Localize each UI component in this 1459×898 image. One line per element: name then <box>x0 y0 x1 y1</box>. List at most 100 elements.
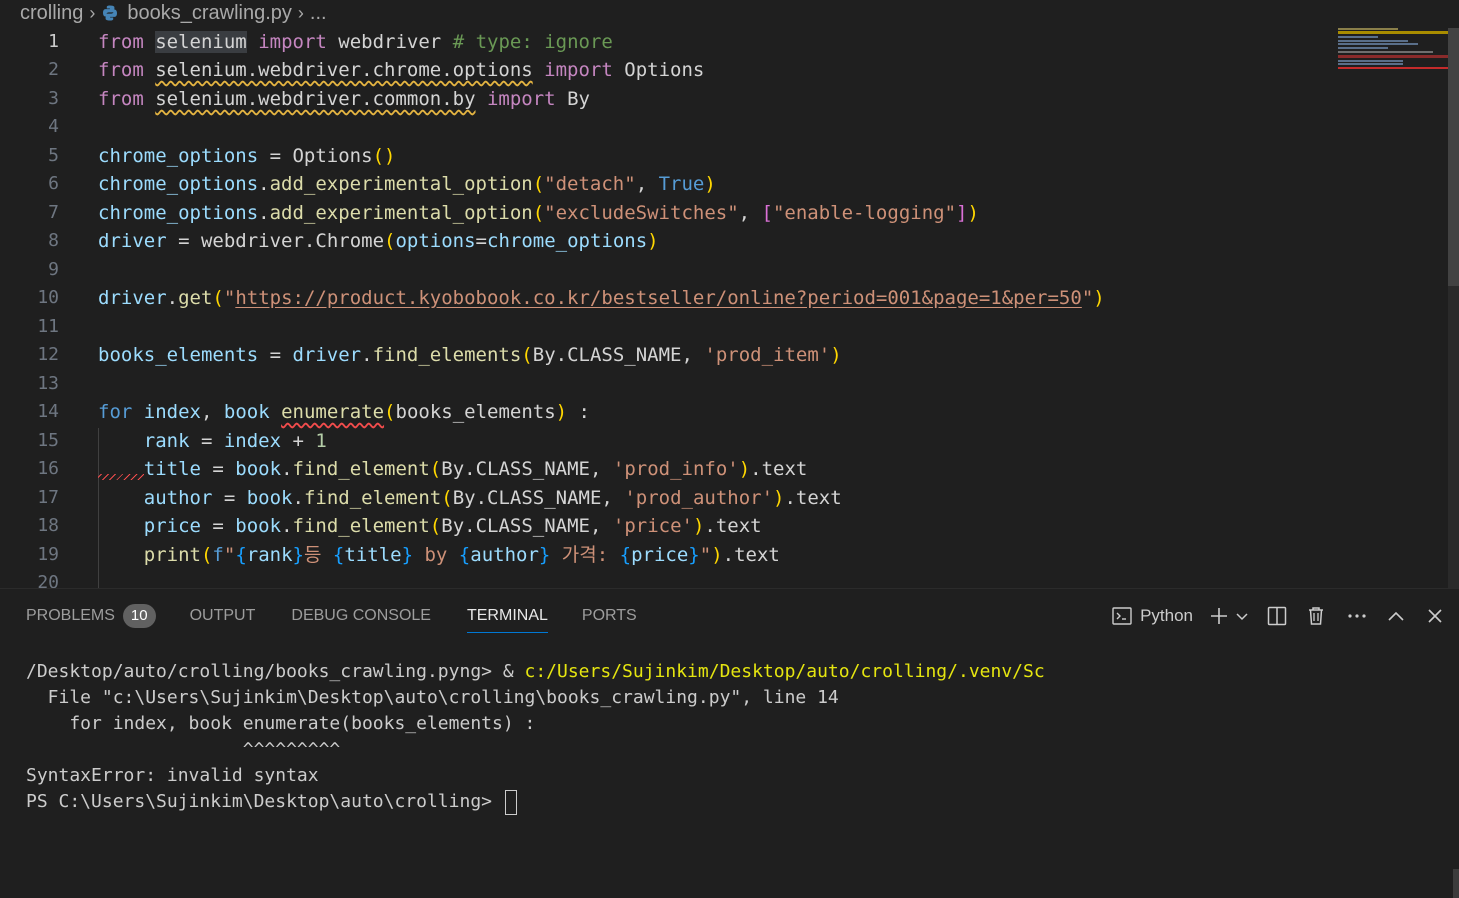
code-line[interactable]: 17 author = book.find_element(By.CLASS_N… <box>0 484 1340 512</box>
line-number: 16 <box>37 458 59 479</box>
line-number: 17 <box>37 487 59 508</box>
line-code: from selenium.webdriver.chrome.options i… <box>98 59 705 81</box>
line-number: 3 <box>48 88 59 109</box>
code-line[interactable]: 9 <box>0 256 1340 284</box>
line-code: chrome_options.add_experimental_option("… <box>98 202 979 224</box>
minimap-line <box>1338 36 1378 38</box>
bottom-panel: PROBLEMS 10 OUTPUT DEBUG CONSOLE TERMINAL… <box>0 588 1459 898</box>
line-code: driver = webdriver.Chrome(options=chrome… <box>98 230 659 252</box>
code-line[interactable]: 3 from selenium.webdriver.common.by impo… <box>0 85 1340 113</box>
panel-toolbar: Python <box>1112 589 1459 643</box>
code-line[interactable]: 11 <box>0 313 1340 341</box>
breadcrumb-more[interactable]: ... <box>310 2 327 25</box>
code-line[interactable]: 6 chrome_options.add_experimental_option… <box>0 170 1340 198</box>
plus-icon[interactable] <box>1209 606 1229 626</box>
url-link[interactable]: https://product.kyobobook.co.kr/bestsell… <box>235 287 1081 309</box>
line-code: print(f"{rank}등 {title} by {author} 가격: … <box>143 544 780 566</box>
more-icon[interactable] <box>1347 613 1367 619</box>
line-code: chrome_options = Options() <box>98 145 396 167</box>
tab-problems[interactable]: PROBLEMS 10 <box>26 589 156 643</box>
close-icon[interactable] <box>1427 608 1443 624</box>
editor-scrollbar[interactable] <box>1448 28 1459 588</box>
tab-ports[interactable]: PORTS <box>582 589 637 643</box>
code-line[interactable]: 16 title = book.find_element(By.CLASS_NA… <box>0 455 1340 483</box>
line-number: 7 <box>48 202 59 223</box>
code-line[interactable]: 13 <box>0 370 1340 398</box>
problems-count-badge: 10 <box>122 604 156 628</box>
code-line[interactable]: 14 for index, book enumerate(books_eleme… <box>0 398 1340 426</box>
minimap-line <box>1338 67 1450 69</box>
code-line[interactable]: 18 price = book.find_element(By.CLASS_NA… <box>0 512 1340 540</box>
tab-output[interactable]: OUTPUT <box>190 589 256 643</box>
code-line[interactable]: 2 from selenium.webdriver.chrome.options… <box>0 56 1340 84</box>
chevron-up-icon[interactable] <box>1387 609 1405 623</box>
minimap-line <box>1338 63 1403 65</box>
line-number: 4 <box>48 116 59 137</box>
split-icon[interactable] <box>1267 606 1287 626</box>
line-code: price = book.find_element(By.CLASS_NAME,… <box>143 515 762 537</box>
line-code: rank = index + 1 <box>143 430 327 452</box>
code-line[interactable]: 1 from selenium import webdriver # type:… <box>0 28 1340 56</box>
code-line[interactable]: 10 driver.get("https://product.kyobobook… <box>0 284 1340 312</box>
line-code: from selenium.webdriver.common.by import… <box>98 88 590 110</box>
line-number: 8 <box>48 230 59 251</box>
code-line[interactable]: 12 books_elements = driver.find_elements… <box>0 341 1340 369</box>
code-line[interactable]: 7 chrome_options.add_experimental_option… <box>0 199 1340 227</box>
terminal-line: SyntaxError: invalid syntax <box>26 765 319 786</box>
line-number: 13 <box>37 373 59 394</box>
line-number: 14 <box>37 401 59 422</box>
line-number: 2 <box>48 59 59 80</box>
minimap-line <box>1338 60 1403 62</box>
line-code: author = book.find_element(By.CLASS_NAME… <box>143 487 842 509</box>
breadcrumb: crolling › books_crawling.py › ... <box>0 0 1459 26</box>
python-file-icon <box>101 4 119 22</box>
line-number: 10 <box>37 287 59 308</box>
shell-selector[interactable]: Python <box>1112 606 1193 626</box>
line-code: title = book.find_element(By.CLASS_NAME,… <box>143 458 808 480</box>
code-line[interactable]: 20 <box>0 569 1340 588</box>
minimap-line <box>1338 51 1433 53</box>
line-number: 12 <box>37 344 59 365</box>
code-line[interactable]: 19 print(f"{rank}등 {title} by {author} 가… <box>0 541 1340 569</box>
shell-label: Python <box>1140 606 1193 625</box>
line-code: driver.get("https://product.kyobobook.co… <box>98 287 1105 309</box>
code-line[interactable]: 15 rank = index + 1 <box>0 427 1340 455</box>
line-code: from selenium import webdriver # type: i… <box>98 31 613 53</box>
scrollbar-thumb[interactable] <box>1448 28 1459 286</box>
minimap-line <box>1338 40 1408 42</box>
chevron-down-icon[interactable] <box>1235 609 1249 623</box>
tab-debug-console[interactable]: DEBUG CONSOLE <box>291 589 431 643</box>
code-line[interactable]: 8 driver = webdriver.Chrome(options=chro… <box>0 227 1340 255</box>
minimap-line <box>1338 28 1398 30</box>
line-code: books_elements = driver.find_elements(By… <box>98 344 842 366</box>
line-number: 18 <box>37 515 59 536</box>
code-editor[interactable]: 1 from selenium import webdriver # type:… <box>0 28 1459 588</box>
code-line[interactable]: 4 <box>0 113 1340 141</box>
line-code: chrome_options.add_experimental_option("… <box>98 173 716 195</box>
terminal-line: /Desktop/auto/crolling/books_crawling.py… <box>26 661 1045 682</box>
terminal-output[interactable]: /Desktop/auto/crolling/books_crawling.py… <box>26 659 1045 815</box>
line-number: 5 <box>48 145 59 166</box>
minimap-line <box>1338 47 1388 49</box>
minimap-line <box>1338 43 1418 45</box>
line-number: 9 <box>48 259 59 280</box>
code-line[interactable]: 5 chrome_options = Options() <box>0 142 1340 170</box>
terminal-line: ^^^^^^^^^ <box>26 739 341 760</box>
line-number: 1 <box>48 31 59 52</box>
line-number: 20 <box>37 572 59 588</box>
chevron-right-icon: › <box>89 2 96 23</box>
minimap[interactable] <box>1336 28 1450 78</box>
terminal-cursor <box>504 789 517 815</box>
line-number: 19 <box>37 544 59 565</box>
terminal-icon <box>1112 607 1132 625</box>
terminal-prompt[interactable]: PS C:\Users\Sujinkim\Desktop\auto\crolli… <box>26 789 1045 815</box>
minimap-line <box>1338 31 1450 34</box>
tab-terminal[interactable]: TERMINAL <box>466 589 548 643</box>
breadcrumb-file[interactable]: books_crawling.py <box>127 2 292 25</box>
trash-icon[interactable] <box>1307 606 1325 626</box>
line-number: 6 <box>48 173 59 194</box>
minimap-line <box>1338 55 1450 58</box>
breadcrumb-folder[interactable]: crolling <box>20 2 83 25</box>
terminal-scrollbar[interactable] <box>1453 869 1459 898</box>
terminal-line: File "c:\Users\Sujinkim\Desktop\auto\cro… <box>26 687 839 708</box>
